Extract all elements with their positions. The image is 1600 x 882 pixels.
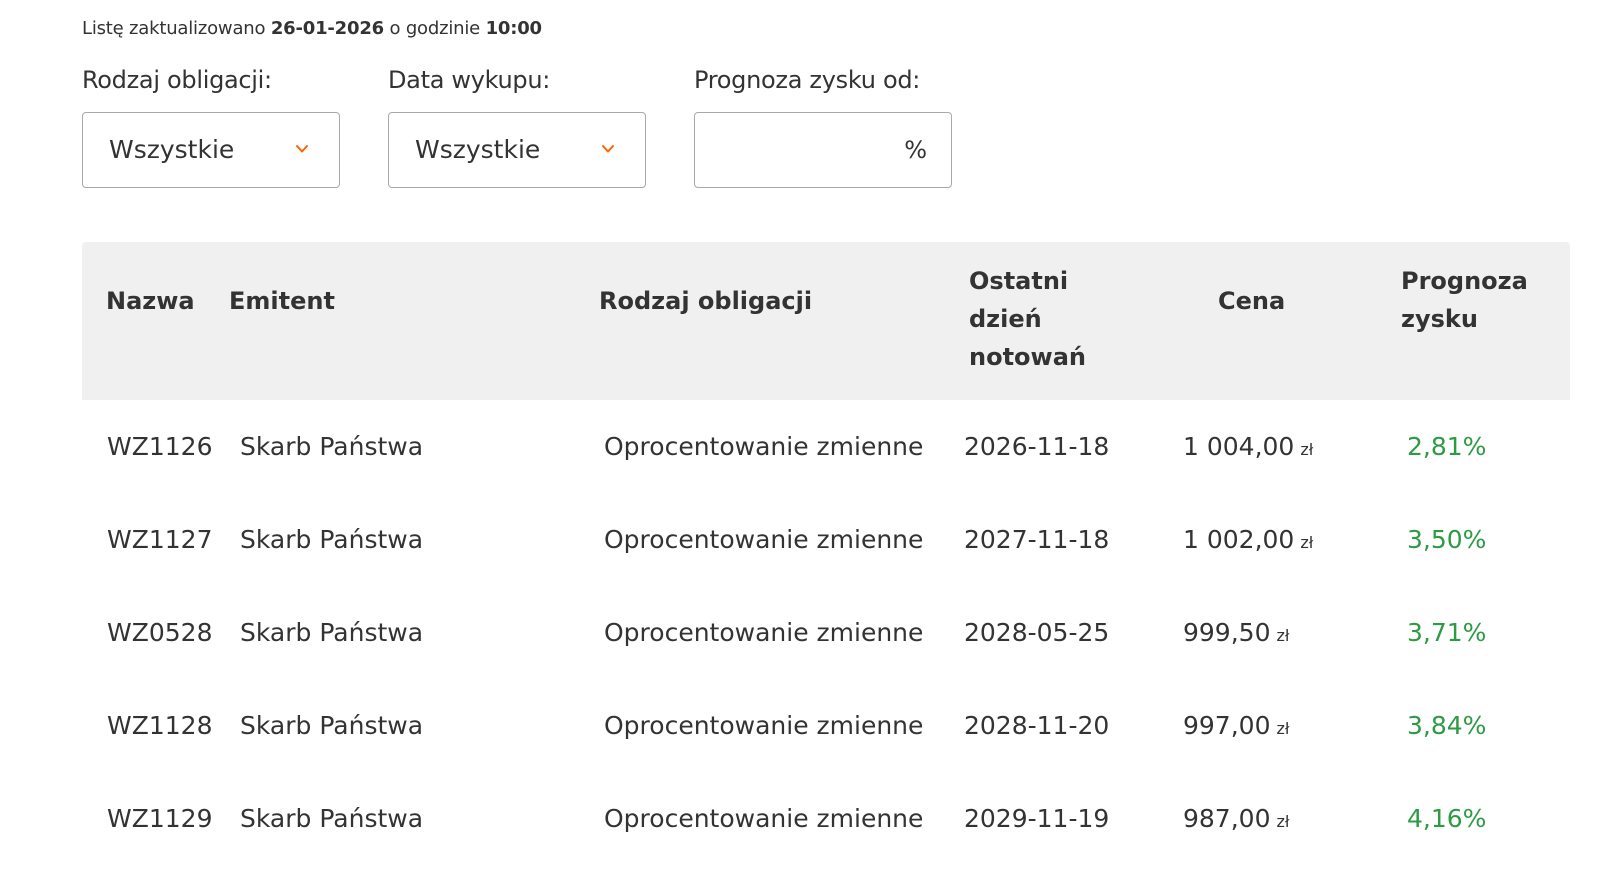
redemption-date-value: Wszystkie — [415, 135, 541, 164]
bond-forecast: 4,16% — [1407, 804, 1487, 833]
bonds-table: Nazwa Emitent Rodzaj obligacji Ostatni d… — [82, 242, 1570, 865]
redemption-date-label: Data wykupu: — [388, 66, 551, 94]
bond-type: Oprocentowanie zmienne — [604, 525, 924, 554]
header-profit-forecast[interactable]: Prognoza zysku — [1401, 262, 1571, 338]
bond-type-select[interactable]: Wszystkie — [82, 112, 340, 188]
bond-last-day: 2028-05-25 — [964, 618, 1110, 647]
bond-issuer: Skarb Państwa — [240, 618, 424, 647]
table-row[interactable]: WZ1127 Skarb Państwa Oprocentowanie zmie… — [82, 493, 1570, 586]
header-price[interactable]: Cena — [1218, 282, 1285, 320]
price-value: 1 002,00 — [1183, 525, 1295, 554]
redemption-date-select[interactable]: Wszystkie — [388, 112, 646, 188]
bond-type: Oprocentowanie zmienne — [604, 432, 924, 461]
bond-name: WZ1126 — [107, 432, 213, 461]
price-currency: zł — [1300, 533, 1314, 552]
bond-type: Oprocentowanie zmienne — [604, 804, 924, 833]
header-last-trading-day[interactable]: Ostatni dzień notowań — [969, 262, 1139, 376]
update-middle: o godzinie — [389, 18, 481, 39]
bond-price: 1 004,00 zł — [1183, 400, 1313, 496]
header-last-trading-day-line1: Ostatni dzień — [969, 267, 1069, 333]
profit-forecast-filter: Prognoza zysku od: % — [694, 62, 952, 188]
bond-last-day: 2029-11-19 — [964, 804, 1110, 833]
bond-issuer: Skarb Państwa — [240, 711, 424, 740]
bond-name: WZ1127 — [107, 525, 213, 554]
header-last-trading-day-line2: notowań — [969, 343, 1086, 371]
table-row[interactable]: WZ1126 Skarb Państwa Oprocentowanie zmie… — [82, 400, 1570, 493]
bond-forecast: 3,84% — [1407, 711, 1487, 740]
last-update-info: Listę zaktualizowano 26-01-2026 o godzin… — [82, 18, 542, 39]
table-header: Nazwa Emitent Rodzaj obligacji Ostatni d… — [82, 242, 1570, 400]
bond-price: 1 002,00 zł — [1183, 493, 1313, 589]
update-time: 10:00 — [485, 18, 542, 39]
bond-price: 997,00 zł — [1183, 679, 1289, 775]
profit-forecast-input[interactable]: % — [694, 112, 952, 188]
bond-forecast: 3,71% — [1407, 618, 1487, 647]
price-value: 997,00 — [1183, 711, 1271, 740]
header-bond-type[interactable]: Rodzaj obligacji — [599, 282, 812, 320]
header-profit-forecast-line2: zysku — [1401, 305, 1478, 333]
redemption-date-filter: Data wykupu: Wszystkie — [388, 62, 646, 188]
header-name[interactable]: Nazwa — [106, 282, 195, 320]
bond-forecast: 3,50% — [1407, 525, 1487, 554]
price-value: 999,50 — [1183, 618, 1271, 647]
percent-unit: % — [904, 136, 927, 164]
table-row[interactable]: WZ1129 Skarb Państwa Oprocentowanie zmie… — [82, 772, 1570, 865]
bond-name: WZ1129 — [107, 804, 213, 833]
bond-price: 999,50 zł — [1183, 586, 1289, 682]
bond-name: WZ0528 — [107, 618, 213, 647]
bond-type: Oprocentowanie zmienne — [604, 618, 924, 647]
bond-name: WZ1128 — [107, 711, 213, 740]
bond-last-day: 2028-11-20 — [964, 711, 1110, 740]
header-profit-forecast-line1: Prognoza — [1401, 267, 1528, 295]
bond-last-day: 2026-11-18 — [964, 432, 1110, 461]
price-currency: zł — [1276, 626, 1290, 645]
price-currency: zł — [1300, 440, 1314, 459]
chevron-down-icon — [602, 145, 614, 153]
price-value: 1 004,00 — [1183, 432, 1295, 461]
price-currency: zł — [1276, 719, 1290, 738]
chevron-down-icon — [296, 145, 308, 153]
update-date: 26-01-2026 — [270, 18, 384, 39]
bond-type-filter: Rodzaj obligacji: Wszystkie — [82, 62, 340, 188]
bond-price: 987,00 zł — [1183, 772, 1289, 868]
price-value: 987,00 — [1183, 804, 1271, 833]
bond-issuer: Skarb Państwa — [240, 804, 424, 833]
table-row[interactable]: WZ1128 Skarb Państwa Oprocentowanie zmie… — [82, 679, 1570, 772]
bond-type-value: Wszystkie — [109, 135, 235, 164]
bond-type-label: Rodzaj obligacji: — [82, 66, 272, 94]
table-row[interactable]: WZ0528 Skarb Państwa Oprocentowanie zmie… — [82, 586, 1570, 679]
update-prefix: Listę zaktualizowano — [82, 18, 266, 39]
bond-last-day: 2027-11-18 — [964, 525, 1110, 554]
profit-forecast-label: Prognoza zysku od: — [694, 66, 921, 94]
bond-issuer: Skarb Państwa — [240, 525, 424, 554]
bond-forecast: 2,81% — [1407, 432, 1487, 461]
bond-type: Oprocentowanie zmienne — [604, 711, 924, 740]
bond-issuer: Skarb Państwa — [240, 432, 424, 461]
header-issuer[interactable]: Emitent — [229, 282, 335, 320]
price-currency: zł — [1276, 812, 1290, 831]
